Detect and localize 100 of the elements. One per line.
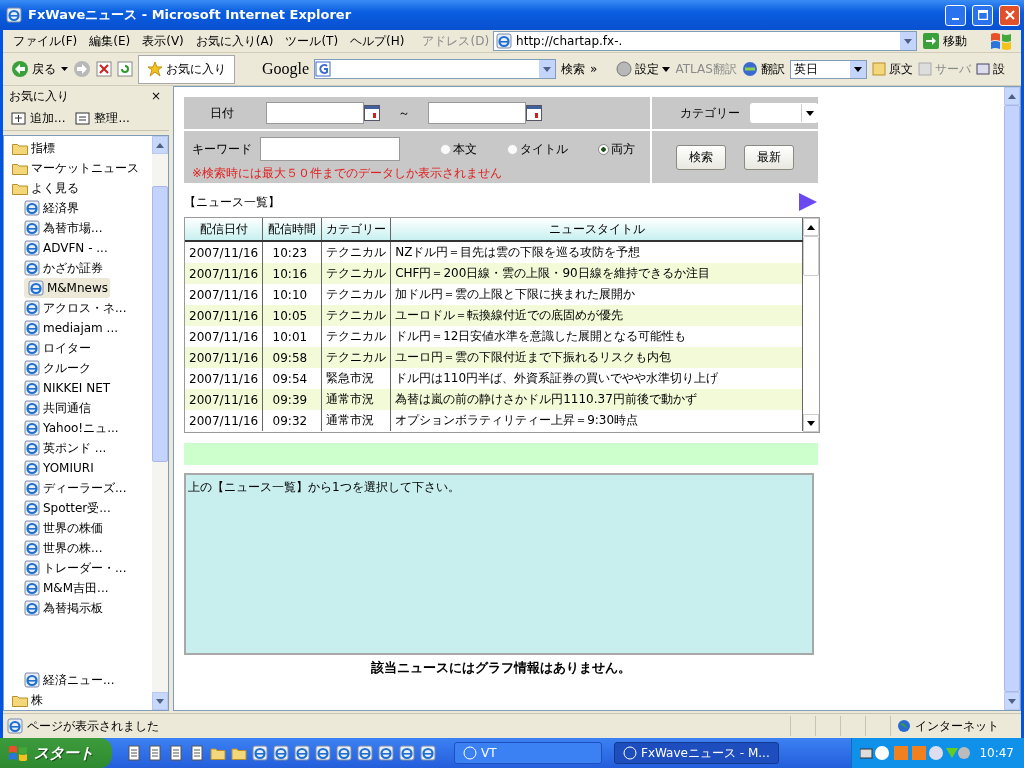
news-title-link[interactable]: ユーロ円＝雲の下限付近まで下振れるリスクも内包: [390, 347, 803, 368]
column-header[interactable]: ニュースタイトル: [390, 218, 803, 241]
notepad-icon[interactable]: [168, 745, 184, 761]
favorite-item[interactable]: アクロス・ネ...: [24, 298, 152, 318]
ie-page-icon: [24, 540, 40, 556]
stop-icon[interactable]: [96, 61, 112, 77]
ie-icon: [315, 745, 331, 761]
calendar-icon[interactable]: [526, 105, 542, 121]
organize-button[interactable]: 整理...: [75, 109, 130, 127]
favorite-item[interactable]: トレーダー・...: [24, 558, 152, 578]
radio-button[interactable]: [598, 143, 609, 155]
column-header[interactable]: 配信日付: [185, 218, 263, 241]
notepad-icon[interactable]: [189, 745, 205, 761]
calendar-icon[interactable]: [364, 105, 380, 121]
notepad-icon[interactable]: [147, 745, 163, 761]
search-button[interactable]: 検索: [676, 144, 726, 170]
add-favorite-button[interactable]: 追加...: [11, 109, 66, 127]
folder-item[interactable]: 株: [12, 690, 152, 710]
forward-button[interactable]: [73, 60, 91, 78]
menu-item[interactable]: ファイル(F): [7, 30, 84, 52]
start-date-field[interactable]: [266, 102, 364, 124]
scroll-down-icon: [156, 698, 164, 704]
address-field[interactable]: http://chartap.fx-.: [493, 31, 918, 51]
folder-item[interactable]: 指標: [12, 138, 152, 158]
news-title-link[interactable]: 為替は嵐の前の静けさかドル円1110.37円前後で動かず: [390, 389, 803, 410]
dropdown-arrow-icon[interactable]: [61, 67, 68, 71]
ie-page-icon: [24, 480, 40, 496]
favorite-item[interactable]: Yahoo!ニュ...: [24, 418, 152, 438]
taskbar-button[interactable]: FxWaveニュース - M...: [614, 742, 779, 764]
favorite-item[interactable]: M&Mnews: [24, 278, 110, 298]
radio-button[interactable]: [507, 143, 518, 155]
search-button[interactable]: 最新: [744, 144, 794, 170]
keyword-field[interactable]: [260, 137, 400, 161]
table-cell: 2007/11/16: [185, 389, 263, 410]
menu-item[interactable]: ヘルプ(H): [344, 30, 411, 52]
scroll-thumb[interactable]: [803, 236, 819, 276]
favorite-item[interactable]: YOMIURI: [24, 458, 152, 478]
favorite-item[interactable]: 為替市場...: [24, 218, 152, 238]
menu-item[interactable]: ツール(T): [279, 30, 345, 52]
favorites-button[interactable]: お気に入り: [138, 54, 235, 84]
minimize-button[interactable]: [945, 4, 966, 26]
menu-item[interactable]: お気に入り(A): [189, 30, 280, 52]
column-header[interactable]: 配信時間: [262, 218, 322, 241]
favorite-item[interactable]: 経済ニュー...: [24, 670, 152, 690]
news-title-link[interactable]: オプションボラティリティー上昇＝9:30時点: [390, 410, 803, 431]
favorite-item[interactable]: 世界の株価: [24, 518, 152, 538]
folder-icon[interactable]: [231, 745, 247, 761]
news-title-link[interactable]: ユーロドル＝転換線付近での底固めが優先: [390, 305, 803, 326]
start-button[interactable]: スタート: [0, 738, 112, 768]
google-search-field[interactable]: [314, 59, 557, 79]
favorite-item[interactable]: 経済界: [24, 198, 152, 218]
back-button[interactable]: 戻る: [11, 60, 56, 78]
toolbar-item[interactable]: 設: [975, 60, 1005, 78]
more-button[interactable]: »: [590, 62, 598, 76]
favorite-item[interactable]: NIKKEI NET: [24, 378, 152, 398]
favorite-item[interactable]: 共同通信: [24, 398, 152, 418]
maximize-button[interactable]: [972, 4, 993, 26]
scrollbar[interactable]: [152, 136, 168, 710]
favorite-item[interactable]: ディーラーズ...: [24, 478, 152, 498]
refresh-icon[interactable]: [117, 61, 133, 77]
google-logo: Google: [262, 60, 310, 78]
sidebar-title: お気に入り: [9, 87, 69, 105]
scroll-thumb[interactable]: [152, 186, 168, 462]
google-search-button[interactable]: 検索: [561, 60, 586, 78]
close-button[interactable]: ×: [150, 89, 161, 103]
favorite-item[interactable]: 世界の株...: [24, 538, 152, 558]
favorite-item[interactable]: 為替掲示板: [24, 598, 152, 618]
taskbar-button[interactable]: VT: [454, 742, 602, 764]
settings-button[interactable]: 設定: [616, 60, 671, 78]
date-range-separator: ～: [398, 104, 410, 122]
favorite-item[interactable]: mediajam ...: [24, 318, 152, 338]
translate-button[interactable]: 翻訳: [741, 60, 785, 78]
favorite-item[interactable]: ロイター: [24, 338, 152, 358]
ie-page-icon: [496, 33, 513, 49]
end-date-field[interactable]: [428, 102, 526, 124]
play-icon[interactable]: [798, 192, 818, 212]
favorite-item[interactable]: かざか証券: [24, 258, 152, 278]
language-select[interactable]: 英日: [789, 59, 867, 79]
folder-item[interactable]: よく見る: [12, 178, 152, 198]
folder-icon: [12, 141, 28, 155]
close-button[interactable]: [999, 4, 1020, 26]
menu-item[interactable]: 編集(E): [83, 30, 137, 52]
table-cell: テクニカル: [321, 263, 391, 284]
favorite-item[interactable]: M&M吉田...: [24, 578, 152, 598]
tray-icons-drawing[interactable]: [860, 745, 971, 761]
favorite-item[interactable]: ADVFN - ...: [24, 238, 152, 258]
radio-button[interactable]: [440, 143, 451, 155]
menu-item[interactable]: 表示(V): [136, 30, 190, 52]
category-label: カテゴリー: [680, 104, 740, 122]
folder-icon[interactable]: [210, 745, 226, 761]
folder-item[interactable]: マーケットニュース: [12, 158, 152, 178]
favorite-item[interactable]: Spotter受...: [24, 498, 152, 518]
original-text-button[interactable]: 原文: [871, 60, 913, 78]
favorite-item[interactable]: クルーク: [24, 358, 152, 378]
notepad-icon[interactable]: [126, 745, 142, 761]
news-title-link[interactable]: CHF円＝200日線・雲の上限・90日線を維持できるか注目: [390, 263, 803, 284]
go-button[interactable]: 移動: [917, 32, 976, 50]
scrollbar[interactable]: [803, 218, 819, 432]
column-header[interactable]: カテゴリー: [321, 218, 391, 241]
favorite-item[interactable]: 英ポンド ...: [24, 438, 152, 458]
